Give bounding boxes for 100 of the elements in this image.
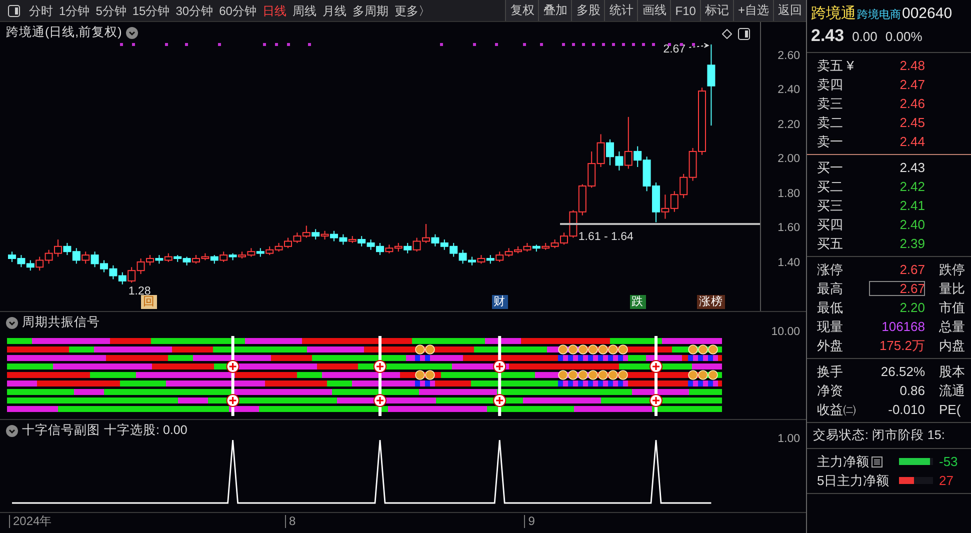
stat-label: 最高 <box>817 280 844 298</box>
candlestick <box>680 173 688 199</box>
period-tab[interactable]: 30分钟 <box>172 2 216 18</box>
toolbar-button[interactable]: +自选 <box>732 0 773 21</box>
order-price: 2.39 <box>898 236 925 251</box>
period-tab[interactable]: 周线 <box>289 2 320 18</box>
stock-code: 002640 <box>902 5 952 22</box>
toolbar-button[interactable]: 标记 <box>700 0 733 21</box>
price-range-label: 1.61 - 1.64 <box>578 230 634 243</box>
candlestick <box>550 239 559 249</box>
candlestick <box>17 254 26 268</box>
toolbar-button[interactable]: 返回 <box>773 0 806 21</box>
order-level-label: 卖一 <box>817 132 844 150</box>
toolbar-button[interactable]: 叠加 <box>538 0 572 21</box>
stat-value: 175.2万 <box>878 336 925 354</box>
candlestick <box>578 184 586 216</box>
period-tab[interactable]: 1分钟 <box>56 2 93 18</box>
price-change: 0.00 <box>852 29 878 44</box>
panel-toggle-icon[interactable] <box>8 4 20 16</box>
candlestick <box>109 264 118 280</box>
period-tab[interactable]: 分时 <box>26 2 56 18</box>
signal-marker: 财 <box>492 295 508 309</box>
period-tab[interactable]: 15分钟 <box>129 2 173 18</box>
order-price: 2.40 <box>898 217 925 232</box>
candlestick <box>477 254 486 264</box>
chevron-down-icon[interactable] <box>126 26 138 38</box>
candlestick <box>588 150 596 188</box>
order-level-label: 卖三 <box>817 94 844 112</box>
flow-value: -53 <box>939 454 958 469</box>
stat-value: 2.20 <box>898 300 925 315</box>
candlestick <box>523 242 532 252</box>
flow-label: 5日主力净额 <box>817 472 890 490</box>
candlestick <box>670 190 678 212</box>
toolbar-button[interactable]: 统计 <box>604 0 638 21</box>
flow-value: 27 <box>939 473 954 488</box>
candlestick <box>320 230 329 240</box>
stat-label: 换手 <box>817 362 844 380</box>
candlestick <box>404 242 412 254</box>
stat-value: 2.67 <box>898 262 925 277</box>
price-tick: 2.60 <box>778 50 800 62</box>
toolbar-button[interactable]: 多股 <box>571 0 604 21</box>
last-price: 2.43 <box>811 26 844 46</box>
stat-value: 106168 <box>880 319 925 334</box>
order-price: 2.47 <box>898 77 925 92</box>
chevron-down-icon[interactable] <box>6 316 18 328</box>
stat-label: 股本 <box>939 362 965 380</box>
chevron-down-icon[interactable] <box>6 424 18 436</box>
period-tab[interactable]: 多周期 <box>349 2 392 18</box>
candlestick <box>412 237 421 252</box>
order-level-label: 买二 <box>817 178 844 196</box>
toolbar-button[interactable]: 复权 <box>505 0 538 21</box>
candlestick <box>596 134 605 168</box>
dashed-arrow <box>688 42 710 48</box>
candlestick <box>256 248 264 258</box>
period-tab[interactable]: 月线 <box>319 2 350 18</box>
flow-label: 主力净额 <box>817 452 869 470</box>
stat-label: 量比 <box>939 280 965 298</box>
signal-marker: 跌 <box>630 295 646 309</box>
candlestick <box>450 242 458 258</box>
period-tab[interactable]: 日线 <box>259 2 290 18</box>
stat-label: 流通 <box>939 382 965 400</box>
candlestick <box>486 254 494 264</box>
candlestick <box>394 242 402 252</box>
order-price: 2.44 <box>898 134 925 149</box>
period-tab[interactable]: 更多〉 <box>391 2 434 18</box>
stat-label: 最低 <box>817 298 844 316</box>
stat-label: 现量 <box>817 318 844 336</box>
panel-toggle-icon[interactable] <box>738 28 750 40</box>
price-tick: 2.40 <box>778 84 800 96</box>
candlestick <box>440 239 448 250</box>
list-icon[interactable] <box>871 456 883 468</box>
price-tick: 1.80 <box>778 188 800 200</box>
stat-label: PE( <box>939 402 961 417</box>
toolbar-button[interactable]: 画线 <box>637 0 670 21</box>
toolbar-button[interactable]: F10 <box>670 0 700 21</box>
candlestick <box>82 251 90 264</box>
candlestick <box>128 266 136 284</box>
candlestick <box>293 232 302 244</box>
order-price: 2.45 <box>898 115 925 130</box>
candlestick <box>532 244 540 252</box>
diamond-icon[interactable] <box>722 29 732 39</box>
period-tab[interactable]: 60分钟 <box>216 2 260 18</box>
time-axis-label: 9 <box>524 515 535 528</box>
order-level-label: 买四 <box>817 216 844 234</box>
stat-label: 跌停 <box>939 260 965 278</box>
sector-label: 跨境电商 <box>857 8 901 22</box>
percent-change: 0.00% <box>885 29 922 44</box>
period-tab[interactable]: 5分钟 <box>92 2 130 18</box>
stat-label: 总量 <box>939 318 965 336</box>
order-level-label: 卖五 ¥ <box>817 56 855 74</box>
candlestick <box>220 251 228 262</box>
candlestick <box>542 242 550 250</box>
trade-status: 交易状态: 闭市阶段 15: <box>807 423 971 449</box>
order-price: 2.43 <box>898 160 925 175</box>
stat-value: 0.86 <box>898 383 925 398</box>
panel-title: 十字信号副图 <box>22 422 100 439</box>
candlestick <box>36 256 44 272</box>
candlestick <box>164 252 172 262</box>
order-price: 2.46 <box>898 96 925 111</box>
stat-label: 外盘 <box>817 336 844 354</box>
